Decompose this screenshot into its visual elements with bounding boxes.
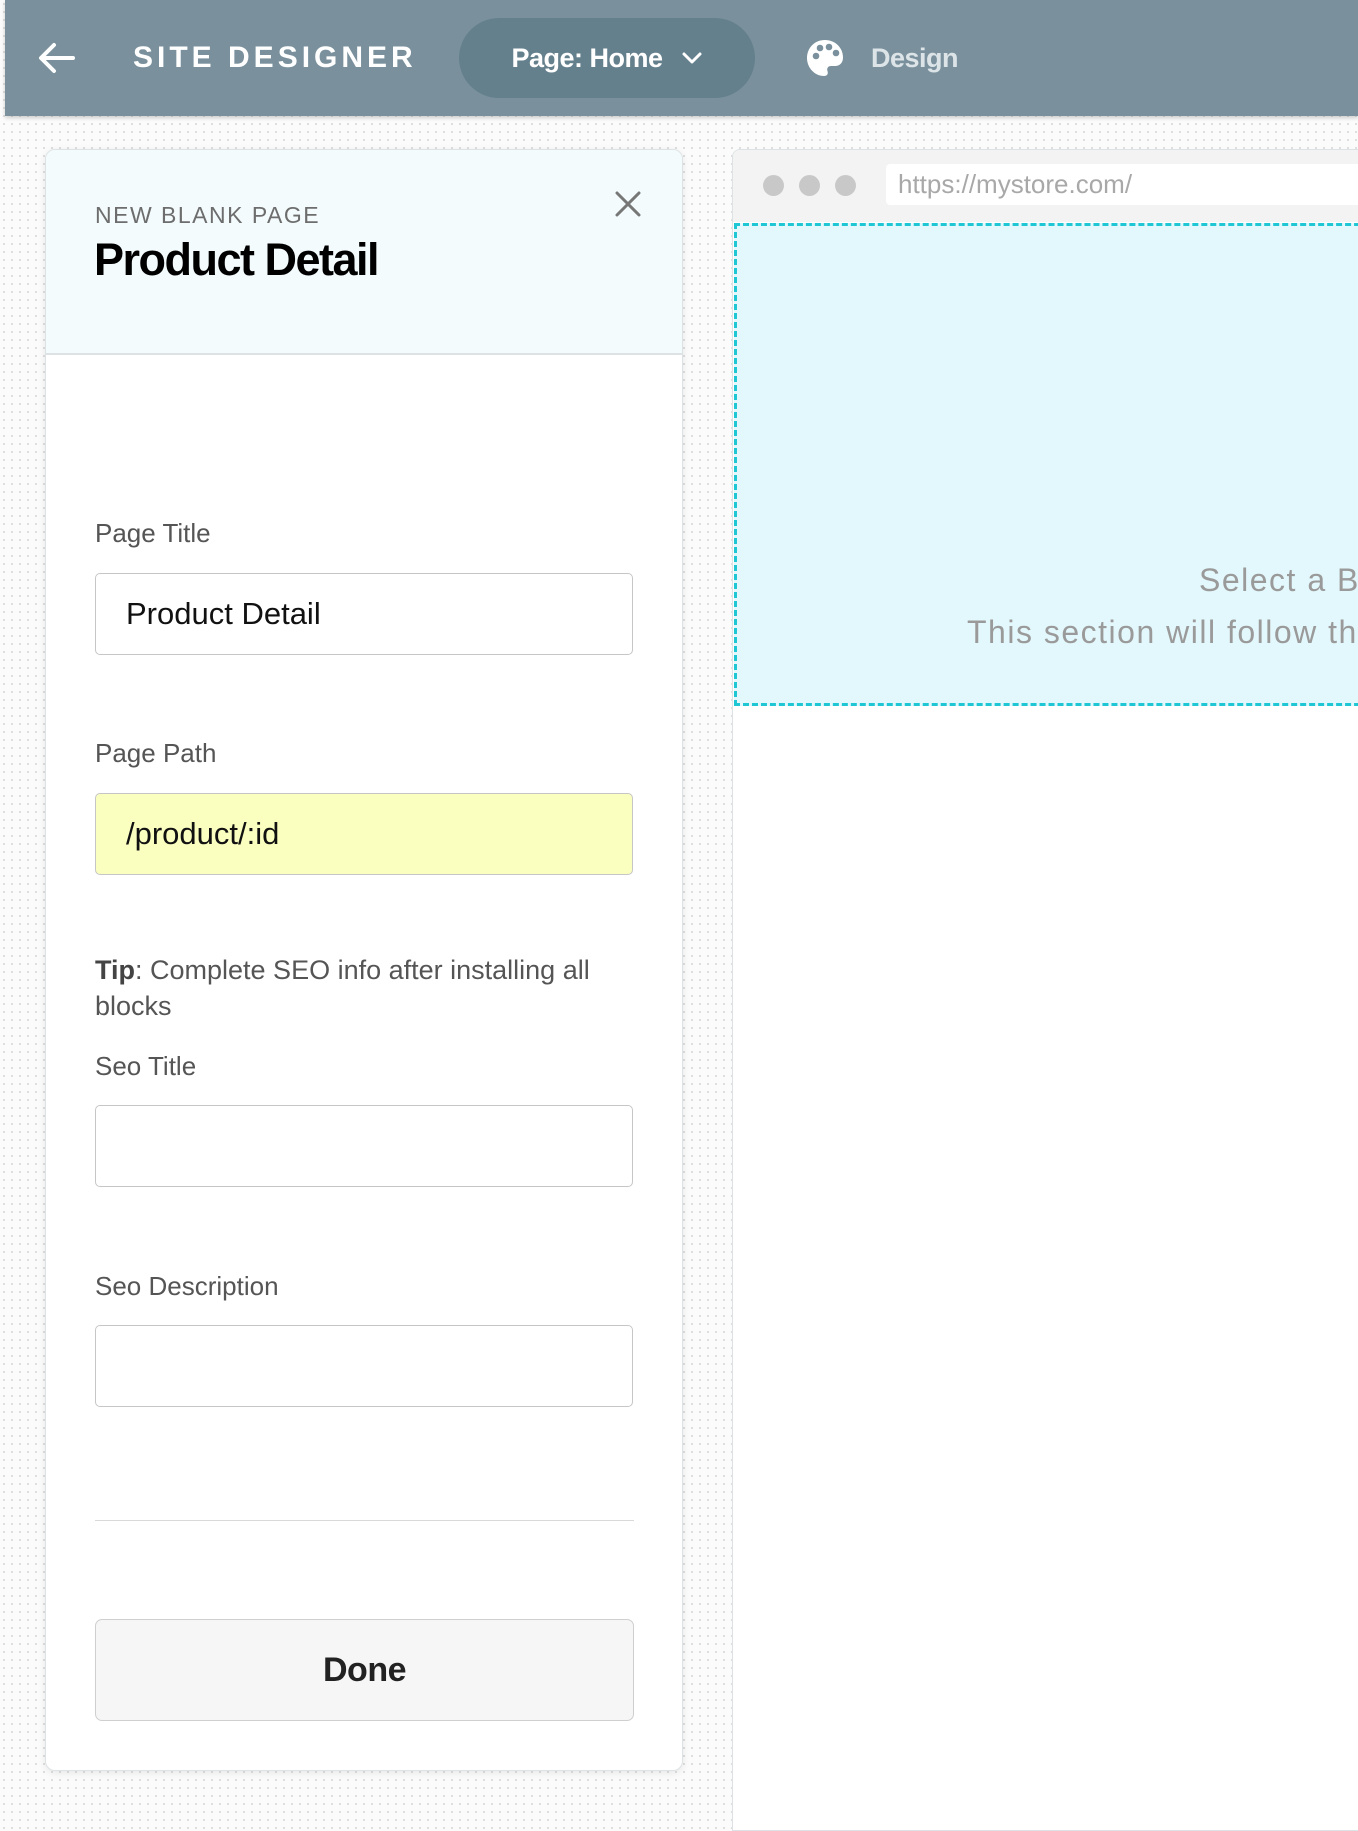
drop-zone-subtitle: This section will follow the: [967, 614, 1358, 650]
design-button[interactable]: Design: [805, 34, 959, 82]
panel-header: NEW BLANK PAGE Product Detail: [46, 150, 682, 355]
window-dot-1: [763, 175, 784, 196]
browser-bar: https://mystore.com/: [733, 150, 1358, 222]
back-button[interactable]: [35, 36, 79, 80]
app-title: SITE DESIGNER: [133, 41, 417, 74]
design-label: Design: [871, 42, 959, 73]
seo-title-input[interactable]: [95, 1105, 633, 1187]
seo-title-label: Seo Title: [95, 1051, 197, 1081]
close-button[interactable]: [610, 186, 646, 222]
panel-title: Product Detail: [94, 234, 380, 285]
close-icon: [615, 191, 641, 217]
palette-icon: [807, 40, 843, 76]
page-selector-label: Page: Home: [511, 42, 663, 73]
drop-zone-title: Select a Bl: [1199, 562, 1358, 598]
page-preview: https://mystore.com/ Select a Bl This se…: [732, 149, 1358, 1831]
page-path-input[interactable]: [95, 793, 633, 875]
new-page-panel: NEW BLANK PAGE Product Detail Page Title…: [45, 149, 683, 1771]
page-path-label: Page Path: [95, 738, 217, 768]
seo-description-label: Seo Description: [95, 1271, 279, 1301]
window-dot-2: [799, 175, 820, 196]
page-title-label: Page Title: [95, 518, 211, 548]
panel-subtitle: NEW BLANK PAGE: [95, 202, 321, 228]
chevron-down-icon: [682, 52, 702, 64]
tip-label: Tip: [95, 955, 135, 985]
seo-description-input[interactable]: [95, 1325, 633, 1407]
tip-text: : Complete SEO info after installing all…: [95, 955, 590, 1021]
done-button[interactable]: Done: [95, 1619, 634, 1721]
url-bar[interactable]: https://mystore.com/: [886, 164, 1358, 205]
arrow-left-icon: [39, 43, 75, 73]
divider: [95, 1520, 634, 1521]
window-dot-3: [835, 175, 856, 196]
page-selector-dropdown[interactable]: Page: Home: [459, 18, 755, 98]
page-title-input[interactable]: [95, 573, 633, 655]
top-bar: SITE DESIGNER Page: Home Design: [5, 0, 1358, 116]
seo-tip: Tip: Complete SEO info after installing …: [95, 952, 640, 1024]
block-drop-zone[interactable]: Select a Bl This section will follow the: [734, 223, 1358, 706]
